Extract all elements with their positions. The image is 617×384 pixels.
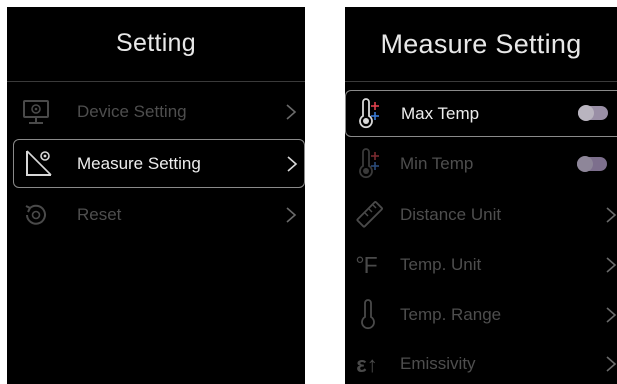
menu-item-label: Temp. Range [400,305,502,324]
menu-item-reset[interactable]: Reset [7,192,305,238]
setting-panel: Setting Device Setting Measure Setting R… [7,7,305,384]
measure-setting-panel: Measure Setting Max Temp Min Temp Distan… [345,7,617,384]
menu-item-label: Distance Unit [400,205,502,224]
chevron-right-icon [286,104,297,120]
measure-gear-icon [20,145,58,181]
menu-item-label: Reset [77,205,122,224]
chevron-right-icon [606,356,617,372]
menu-item-label: Device Setting [77,102,187,121]
page-title: Measure Setting [380,29,582,59]
menu-item-label: Emissivity [400,354,476,373]
menu-item-label: Max Temp [401,104,480,123]
page-title: Setting [116,29,196,57]
ruler-icon [350,197,388,233]
menu-item-label: Min Temp [400,154,474,173]
menu-item-device-setting[interactable]: Device Setting [7,89,305,135]
emissivity-icon: ε↑ [356,352,378,377]
fahrenheit-icon: °F [355,251,377,278]
title-divider [7,81,305,82]
menu-item-distance-unit[interactable]: Distance Unit [345,192,617,238]
chevron-right-icon [287,156,298,172]
toggle-knob [578,105,594,121]
menu-item-measure-setting[interactable]: Measure Setting [13,139,305,188]
min-temp-toggle[interactable] [577,156,607,172]
menu-item-emissivity[interactable]: ε↑ Emissivity [345,341,617,384]
monitor-gear-icon [17,94,55,130]
menu-item-temp-range[interactable]: Temp. Range [345,292,617,338]
chevron-right-icon [606,257,617,273]
max-temp-toggle[interactable] [578,105,608,121]
menu-item-label: Temp. Unit [400,255,482,274]
menu-item-min-temp[interactable]: Min Temp [345,141,617,187]
chevron-right-icon [286,207,297,223]
reset-icon [17,197,55,233]
thermometer-icon [349,297,387,333]
toggle-knob [577,156,593,172]
thermometer-max-icon [350,96,388,132]
title-divider [345,81,617,82]
menu-item-max-temp[interactable]: Max Temp [345,90,617,137]
chevron-right-icon [606,207,617,223]
thermometer-min-icon [350,146,388,182]
menu-item-temp-unit[interactable]: °F Temp. Unit [345,242,617,288]
menu-item-label: Measure Setting [77,154,201,173]
chevron-right-icon [606,307,617,323]
